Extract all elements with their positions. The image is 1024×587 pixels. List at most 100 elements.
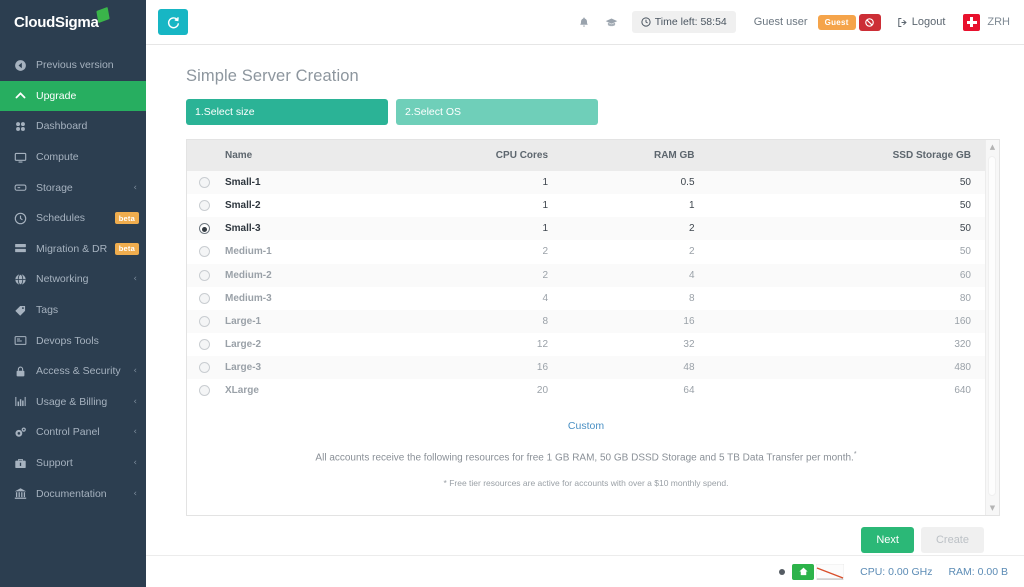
cell-ram-gb: 0.5	[680, 177, 695, 189]
table-row[interactable]: Small-1 1 0.5 50	[187, 171, 985, 195]
size-radio[interactable]	[198, 315, 210, 327]
sidebar-item-label: Tags	[36, 304, 59, 317]
size-radio[interactable]	[198, 269, 210, 281]
cell-ssd-storage-gb: 80	[959, 292, 971, 304]
cell-ram-gb: 64	[683, 385, 695, 397]
row-select-cell[interactable]	[187, 333, 221, 356]
sidebar-item-dashboard[interactable]: Dashboard	[0, 111, 146, 142]
next-button[interactable]: Next	[861, 527, 914, 553]
home-icon[interactable]	[792, 563, 815, 580]
size-radio[interactable]	[198, 223, 210, 235]
sidebar-item-label: Compute	[36, 151, 79, 164]
cell-ram-gb: 8	[688, 292, 695, 304]
sidebar-item-support[interactable]: Support ‹	[0, 448, 146, 479]
free-tier-fineprint: * Free tier resources are active for acc…	[443, 477, 729, 488]
cell-cpu-cores: 2	[542, 269, 549, 281]
sidebar: CloudSigma Previous version Upgrade Dashbo…	[0, 0, 146, 587]
sidebar-item-schedules[interactable]: Schedules beta	[0, 203, 146, 234]
refresh-icon[interactable]	[158, 9, 188, 35]
table-row[interactable]: Large-1 8 16 160	[187, 309, 985, 333]
cell-cpu-cores: 20	[536, 385, 549, 397]
custom-link[interactable]: Custom	[187, 420, 985, 432]
table-header-row: Name CPU Cores RAM GB SSD Storage GB	[187, 140, 985, 171]
sidebar-item-storage[interactable]: Storage ‹	[0, 172, 146, 203]
cell-name: Large-3	[225, 362, 262, 374]
ram-usage: RAM: 0.00 B	[948, 565, 1008, 578]
cell-ssd-storage-gb: 160	[954, 315, 971, 327]
size-radio[interactable]	[198, 338, 210, 350]
table-row[interactable]: XLarge 20 64 640	[187, 379, 985, 403]
chevron-left-icon: ‹	[133, 488, 137, 499]
row-select-cell[interactable]	[187, 264, 221, 287]
scrollbar-thumb[interactable]	[988, 156, 996, 496]
table-row[interactable]: Small-3 1 2 50	[187, 217, 985, 241]
table-row[interactable]: Medium-3 4 8 80	[187, 286, 985, 310]
sidebar-item-label: Documentation	[36, 487, 107, 500]
wizard-tab-1[interactable]: 1.Select size	[186, 99, 388, 125]
create-button: Create	[920, 527, 984, 553]
col-select	[187, 140, 221, 171]
sidebar-item-label: Previous version	[36, 59, 114, 72]
row-select-cell[interactable]	[187, 217, 221, 240]
row-select-cell[interactable]	[187, 171, 221, 194]
app-root: CloudSigma Previous version Upgrade Dashbo…	[0, 0, 1024, 587]
brand-logo[interactable]: CloudSigma	[0, 0, 146, 45]
table-row[interactable]: Large-3 16 48 480	[187, 356, 985, 380]
graduation-cap-icon[interactable]	[598, 9, 626, 35]
table-row[interactable]: Medium-2 2 4 60	[187, 263, 985, 287]
monitor-icon	[13, 150, 28, 164]
bell-icon[interactable]	[570, 9, 598, 35]
sidebar-item-label: Networking	[36, 273, 89, 286]
sidebar-item-migration-dr[interactable]: Migration & DR beta	[0, 234, 146, 265]
sidebar-item-label: Schedules	[36, 212, 86, 225]
time-left-label: Time left: 58:54	[654, 16, 727, 28]
size-radio[interactable]	[198, 177, 210, 188]
scroll-up-icon[interactable]: ▲	[990, 143, 995, 151]
server-sizes-table: Name CPU Cores RAM GB SSD Storage GB Sma…	[187, 140, 985, 403]
table-row[interactable]: Small-2 1 1 50	[187, 194, 985, 218]
col-ram-gb: RAM GB	[554, 140, 703, 171]
panel-scrollbar[interactable]: ▲ ▼	[985, 140, 999, 515]
size-radio[interactable]	[198, 200, 210, 212]
sidebar-item-label: Migration & DR	[36, 242, 108, 255]
terminal-icon	[13, 334, 28, 348]
row-select-cell[interactable]	[187, 356, 221, 379]
row-select-cell[interactable]	[187, 194, 221, 217]
row-select-cell[interactable]	[187, 379, 221, 402]
row-select-cell[interactable]	[187, 287, 221, 310]
sidebar-item-access-security[interactable]: Access & Security ‹	[0, 356, 146, 387]
size-radio[interactable]	[198, 292, 210, 304]
session-timer: Time left: 58:54	[631, 11, 736, 33]
sidebar-item-tags[interactable]: Tags	[0, 295, 146, 326]
size-radio[interactable]	[198, 385, 210, 397]
table-row[interactable]: Medium-1 2 2 50	[187, 240, 985, 264]
sigma-diamond-icon	[95, 6, 110, 24]
sidebar-item-control-panel[interactable]: Control Panel ‹	[0, 417, 146, 448]
sidebar-item-devops-tools[interactable]: Devops Tools	[0, 325, 146, 356]
topbar-right: Time left: 58:54 Guest user Guest Logout…	[570, 9, 1010, 35]
sidebar-item-previous-version[interactable]: Previous version	[0, 50, 146, 81]
row-select-cell[interactable]	[187, 310, 221, 333]
sparkline-icon[interactable]	[815, 563, 845, 580]
sidebar-item-label: Dashboard	[36, 120, 88, 133]
beta-badge: beta	[114, 242, 139, 255]
ban-icon[interactable]	[858, 13, 881, 31]
sidebar-item-compute[interactable]: Compute	[0, 142, 146, 173]
free-tier-note-text: All accounts receive the following resou…	[315, 452, 854, 464]
size-radio[interactable]	[198, 246, 210, 258]
sidebar-item-documentation[interactable]: Documentation ‹	[0, 478, 146, 509]
cell-name: Small-3	[225, 223, 261, 235]
size-radio[interactable]	[198, 362, 210, 374]
table-row[interactable]: Large-2 12 32 320	[187, 332, 985, 357]
sidebar-item-networking[interactable]: Networking ‹	[0, 264, 146, 295]
user-label: Guest user	[753, 16, 808, 28]
wizard-tab-2[interactable]: 2.Select OS	[396, 99, 598, 125]
row-select-cell[interactable]	[187, 240, 221, 263]
sidebar-item-usage-billing[interactable]: Usage & Billing ‹	[0, 387, 146, 418]
cell-cpu-cores: 12	[536, 339, 549, 351]
logout-button[interactable]: Logout	[897, 16, 945, 28]
sidebar-item-label: Storage	[36, 181, 73, 194]
status-dot-icon	[779, 568, 786, 575]
scroll-down-icon[interactable]: ▼	[990, 504, 995, 512]
sidebar-item-upgrade[interactable]: Upgrade	[0, 80, 146, 112]
